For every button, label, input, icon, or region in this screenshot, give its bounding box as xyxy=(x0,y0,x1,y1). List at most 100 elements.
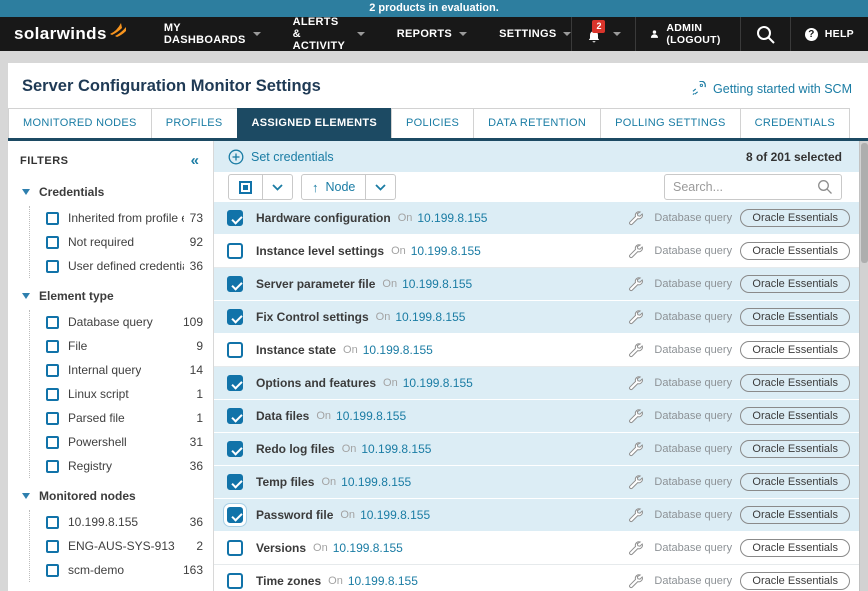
filter-item[interactable]: Linux script 1 xyxy=(30,382,213,406)
element-row[interactable]: Options and features On 10.199.8.155 Dat… xyxy=(214,367,868,400)
row-checkbox[interactable] xyxy=(227,309,243,325)
filter-item[interactable]: Database query 109 xyxy=(30,310,213,334)
settings-tab[interactable]: DATA RETENTION xyxy=(473,108,601,138)
filter-section-header[interactable]: Element type xyxy=(8,282,213,310)
select-all-button[interactable] xyxy=(228,174,263,200)
node-link[interactable]: 10.199.8.155 xyxy=(402,277,472,291)
profile-pill[interactable]: Oracle Essentials xyxy=(740,341,850,359)
filter-checkbox[interactable] xyxy=(46,388,59,401)
row-checkbox[interactable] xyxy=(227,507,243,523)
filter-item[interactable]: Registry 36 xyxy=(30,454,213,478)
nav-menu-item[interactable]: SETTINGS xyxy=(499,28,571,40)
collapse-sidebar-icon[interactable]: « xyxy=(191,153,199,168)
scrollbar-thumb[interactable] xyxy=(861,143,868,263)
settings-tab[interactable]: MONITORED NODES xyxy=(8,108,152,138)
profile-pill[interactable]: Oracle Essentials xyxy=(740,275,850,293)
profile-pill[interactable]: Oracle Essentials xyxy=(740,539,850,557)
filter-checkbox[interactable] xyxy=(46,364,59,377)
vertical-scrollbar[interactable] xyxy=(859,141,868,591)
node-link[interactable]: 10.199.8.155 xyxy=(341,475,411,489)
row-checkbox[interactable] xyxy=(227,540,243,556)
filter-checkbox[interactable] xyxy=(46,236,59,249)
filter-item[interactable]: Inherited from profile e... 73 xyxy=(30,206,213,230)
filter-checkbox[interactable] xyxy=(46,340,59,353)
filter-item[interactable]: Internal query 14 xyxy=(30,358,213,382)
row-checkbox[interactable] xyxy=(227,243,243,259)
settings-tab[interactable]: ASSIGNED ELEMENTS xyxy=(237,108,393,138)
nav-menu-item[interactable]: MY DASHBOARDS xyxy=(164,22,261,46)
profile-pill[interactable]: Oracle Essentials xyxy=(740,374,850,392)
nav-menu-item[interactable]: ALERTS & ACTIVITY xyxy=(293,16,365,52)
settings-tab[interactable]: PROFILES xyxy=(151,108,238,138)
settings-tab[interactable]: POLICIES xyxy=(391,108,474,138)
profile-pill[interactable]: Oracle Essentials xyxy=(740,440,850,458)
filter-item[interactable]: Powershell 31 xyxy=(30,430,213,454)
filter-section-header[interactable]: Monitored nodes xyxy=(8,482,213,510)
profile-pill[interactable]: Oracle Essentials xyxy=(740,473,850,491)
row-checkbox[interactable] xyxy=(227,342,243,358)
nav-search-button[interactable] xyxy=(740,17,790,51)
account-button[interactable]: ADMIN (LOGOUT) xyxy=(635,17,739,51)
set-credentials-button[interactable]: Set credentials xyxy=(228,149,334,165)
profile-pill[interactable]: Oracle Essentials xyxy=(740,209,850,227)
element-row[interactable]: Time zones On 10.199.8.155 Database quer… xyxy=(214,565,868,591)
profile-pill[interactable]: Oracle Essentials xyxy=(740,308,850,326)
node-link[interactable]: 10.199.8.155 xyxy=(360,508,430,522)
filter-checkbox[interactable] xyxy=(46,540,59,553)
sort-by-node-button[interactable]: ↑ Node xyxy=(301,174,366,200)
filter-checkbox[interactable] xyxy=(46,460,59,473)
notifications-button[interactable]: 2 xyxy=(571,17,635,51)
node-link[interactable]: 10.199.8.155 xyxy=(395,310,465,324)
sort-dropdown-button[interactable] xyxy=(366,174,396,200)
filter-item[interactable]: scm-demo 163 xyxy=(30,558,213,582)
row-checkbox[interactable] xyxy=(227,276,243,292)
filter-checkbox[interactable] xyxy=(46,212,59,225)
filter-item[interactable]: User defined credentials 36 xyxy=(30,254,213,278)
element-row[interactable]: Password file On 10.199.8.155 Database q… xyxy=(214,499,868,532)
search-input[interactable] xyxy=(673,180,817,194)
row-checkbox[interactable] xyxy=(227,441,243,457)
filter-checkbox[interactable] xyxy=(46,516,59,529)
element-row[interactable]: Versions On 10.199.8.155 Database query … xyxy=(214,532,868,565)
node-link[interactable]: 10.199.8.155 xyxy=(348,574,418,588)
element-row[interactable]: Instance state On 10.199.8.155 Database … xyxy=(214,334,868,367)
node-link[interactable]: 10.199.8.155 xyxy=(417,211,487,225)
node-link[interactable]: 10.199.8.155 xyxy=(361,442,431,456)
element-row[interactable]: Data files On 10.199.8.155 Database quer… xyxy=(214,400,868,433)
element-row[interactable]: Server parameter file On 10.199.8.155 Da… xyxy=(214,268,868,301)
element-row[interactable]: Redo log files On 10.199.8.155 Database … xyxy=(214,433,868,466)
profile-pill[interactable]: Oracle Essentials xyxy=(740,572,850,590)
filter-checkbox[interactable] xyxy=(46,260,59,273)
solarwinds-logo[interactable]: solarwinds xyxy=(0,17,128,51)
filter-checkbox[interactable] xyxy=(46,316,59,329)
filter-section-header[interactable]: Problems xyxy=(8,586,213,591)
node-link[interactable]: 10.199.8.155 xyxy=(411,244,481,258)
filter-section-header[interactable]: Credentials xyxy=(8,178,213,206)
filter-checkbox[interactable] xyxy=(46,436,59,449)
profile-pill[interactable]: Oracle Essentials xyxy=(740,242,850,260)
filter-item[interactable]: Parsed file 1 xyxy=(30,406,213,430)
node-link[interactable]: 10.199.8.155 xyxy=(333,541,403,555)
row-checkbox[interactable] xyxy=(227,474,243,490)
getting-started-link[interactable]: Getting started with SCM xyxy=(692,81,852,96)
row-checkbox[interactable] xyxy=(227,573,243,589)
filter-item[interactable]: Not required 92 xyxy=(30,230,213,254)
row-checkbox[interactable] xyxy=(227,408,243,424)
node-link[interactable]: 10.199.8.155 xyxy=(336,409,406,423)
select-dropdown-button[interactable] xyxy=(263,174,293,200)
filter-item[interactable]: 10.199.8.155 36 xyxy=(30,510,213,534)
profile-pill[interactable]: Oracle Essentials xyxy=(740,506,850,524)
node-link[interactable]: 10.199.8.155 xyxy=(363,343,433,357)
row-checkbox[interactable] xyxy=(227,375,243,391)
element-row[interactable]: Temp files On 10.199.8.155 Database quer… xyxy=(214,466,868,499)
filter-item[interactable]: File 9 xyxy=(30,334,213,358)
filter-checkbox[interactable] xyxy=(46,412,59,425)
filter-checkbox[interactable] xyxy=(46,564,59,577)
element-row[interactable]: Hardware configuration On 10.199.8.155 D… xyxy=(214,202,868,235)
profile-pill[interactable]: Oracle Essentials xyxy=(740,407,850,425)
row-checkbox[interactable] xyxy=(227,210,243,226)
settings-tab[interactable]: POLLING SETTINGS xyxy=(600,108,741,138)
settings-tab[interactable]: CREDENTIALS xyxy=(740,108,850,138)
help-button[interactable]: ? HELP xyxy=(790,17,868,51)
nav-menu-item[interactable]: REPORTS xyxy=(397,28,467,40)
